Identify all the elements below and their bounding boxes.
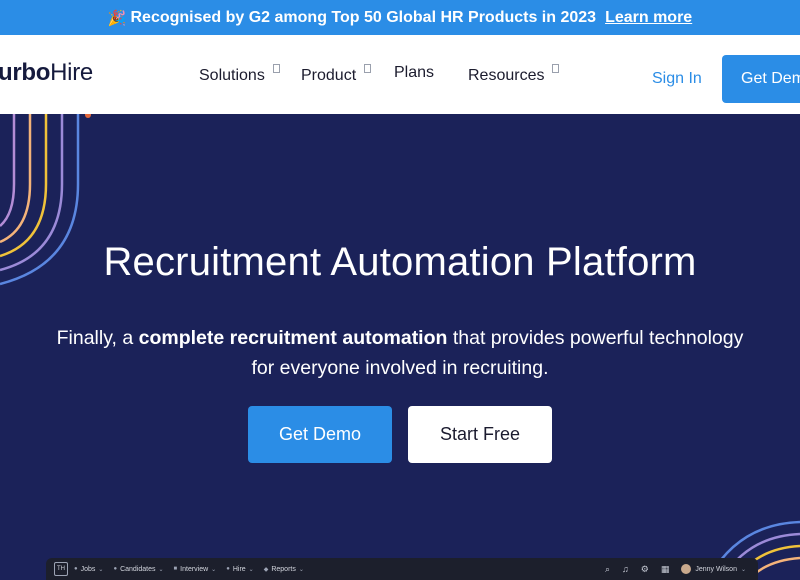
nav-item-label: Product <box>301 67 357 84</box>
app-tab-label: Hire <box>232 565 246 573</box>
app-tab-reports[interactable]: ◆ Reports ⌄ <box>264 566 304 573</box>
app-tab-hire[interactable]: ● Hire ⌄ <box>226 566 254 573</box>
grid-icon[interactable]: ▦ <box>661 564 670 575</box>
hero-subtitle-bold: complete recruitment automation <box>138 327 448 349</box>
top-navigation: urboHire Solutions Product Plans Resourc… <box>0 35 800 114</box>
nav-get-demo-button[interactable]: Get Demo <box>722 55 800 103</box>
chevron-down-icon <box>552 64 560 73</box>
notification-bell-icon[interactable]: ♫ <box>622 564 629 574</box>
nav-item-resources[interactable]: Resources <box>468 64 560 85</box>
chevron-down-icon: ⌄ <box>211 566 217 573</box>
briefcase-icon: ● <box>74 566 78 572</box>
hire-icon: ● <box>226 566 230 572</box>
search-icon[interactable]: ⌕ <box>605 564 610 575</box>
chart-icon: ◆ <box>263 566 269 573</box>
party-popper-icon: 🎉 <box>107 9 127 27</box>
app-toolbar-actions: ⌕ ♫ ⚙ ▦ Jenny Wilson ⌄ <box>593 564 758 575</box>
app-tab-label: Candidates <box>120 565 156 573</box>
app-tab-label: Jobs <box>80 565 96 573</box>
nav-item-product[interactable]: Product <box>301 64 372 85</box>
nav-item-plans[interactable]: Plans <box>394 64 434 82</box>
app-tab-interview[interactable]: ■ Interview ⌄ <box>174 566 217 573</box>
hero-start-free-button[interactable]: Start Free <box>408 406 552 463</box>
user-name[interactable]: Jenny Wilson <box>695 566 737 573</box>
sign-in-link[interactable]: Sign In <box>652 70 702 88</box>
app-logo: TH <box>54 562 68 576</box>
logo[interactable]: urboHire <box>0 59 93 87</box>
chevron-down-icon <box>364 64 372 73</box>
people-icon: ● <box>113 566 118 572</box>
settings-gear-icon[interactable]: ⚙ <box>641 564 649 575</box>
hero-get-demo-button[interactable]: Get Demo <box>248 406 392 463</box>
app-tab-label: Reports <box>271 565 296 573</box>
nav-item-label: Resources <box>468 67 545 84</box>
chevron-down-icon: ⌄ <box>248 566 254 573</box>
chevron-down-icon: ⌄ <box>158 566 164 573</box>
logo-suffix: Hire <box>50 59 93 86</box>
app-tab-label: Interview <box>180 565 209 573</box>
app-tab-candidates[interactable]: ● Candidates ⌄ <box>113 566 163 573</box>
logo-prefix: urbo <box>0 59 51 86</box>
hero-subtitle-line1-rest: that provides powerful technology <box>447 327 744 349</box>
nav-item-solutions[interactable]: Solutions <box>199 64 280 85</box>
app-preview-toolbar: TH ● Jobs ⌄ ● Candidates ⌄ ■ Interview ⌄ ● Hire… <box>46 558 758 580</box>
calendar-icon: ■ <box>173 566 178 572</box>
chevron-down-icon: ⌄ <box>740 566 746 573</box>
chevron-down-icon <box>272 64 280 73</box>
nav-item-label: Plans <box>394 64 435 81</box>
announcement-bar: 🎉 Recognised by G2 among Top 50 Global H… <box>0 0 800 35</box>
hero-title: Recruitment Automation Platform <box>103 240 697 284</box>
announcement-text: Recognised by G2 among Top 50 Global HR … <box>130 8 597 26</box>
avatar[interactable] <box>681 564 692 574</box>
hero-subtitle-prefix: Finally, a <box>56 327 139 349</box>
hero-subtitle: Finally, a complete recruitment automati… <box>0 323 800 383</box>
chevron-down-icon: ⌄ <box>298 566 304 573</box>
chevron-down-icon: ⌄ <box>98 566 104 573</box>
nav-item-label: Solutions <box>199 67 265 84</box>
decorative-dot <box>85 114 91 118</box>
learn-more-link[interactable]: Learn more <box>605 9 692 27</box>
app-tab-jobs[interactable]: ● Jobs ⌄ <box>74 566 103 573</box>
hero-subtitle-line2: for everyone involved in recruiting. <box>251 357 549 379</box>
